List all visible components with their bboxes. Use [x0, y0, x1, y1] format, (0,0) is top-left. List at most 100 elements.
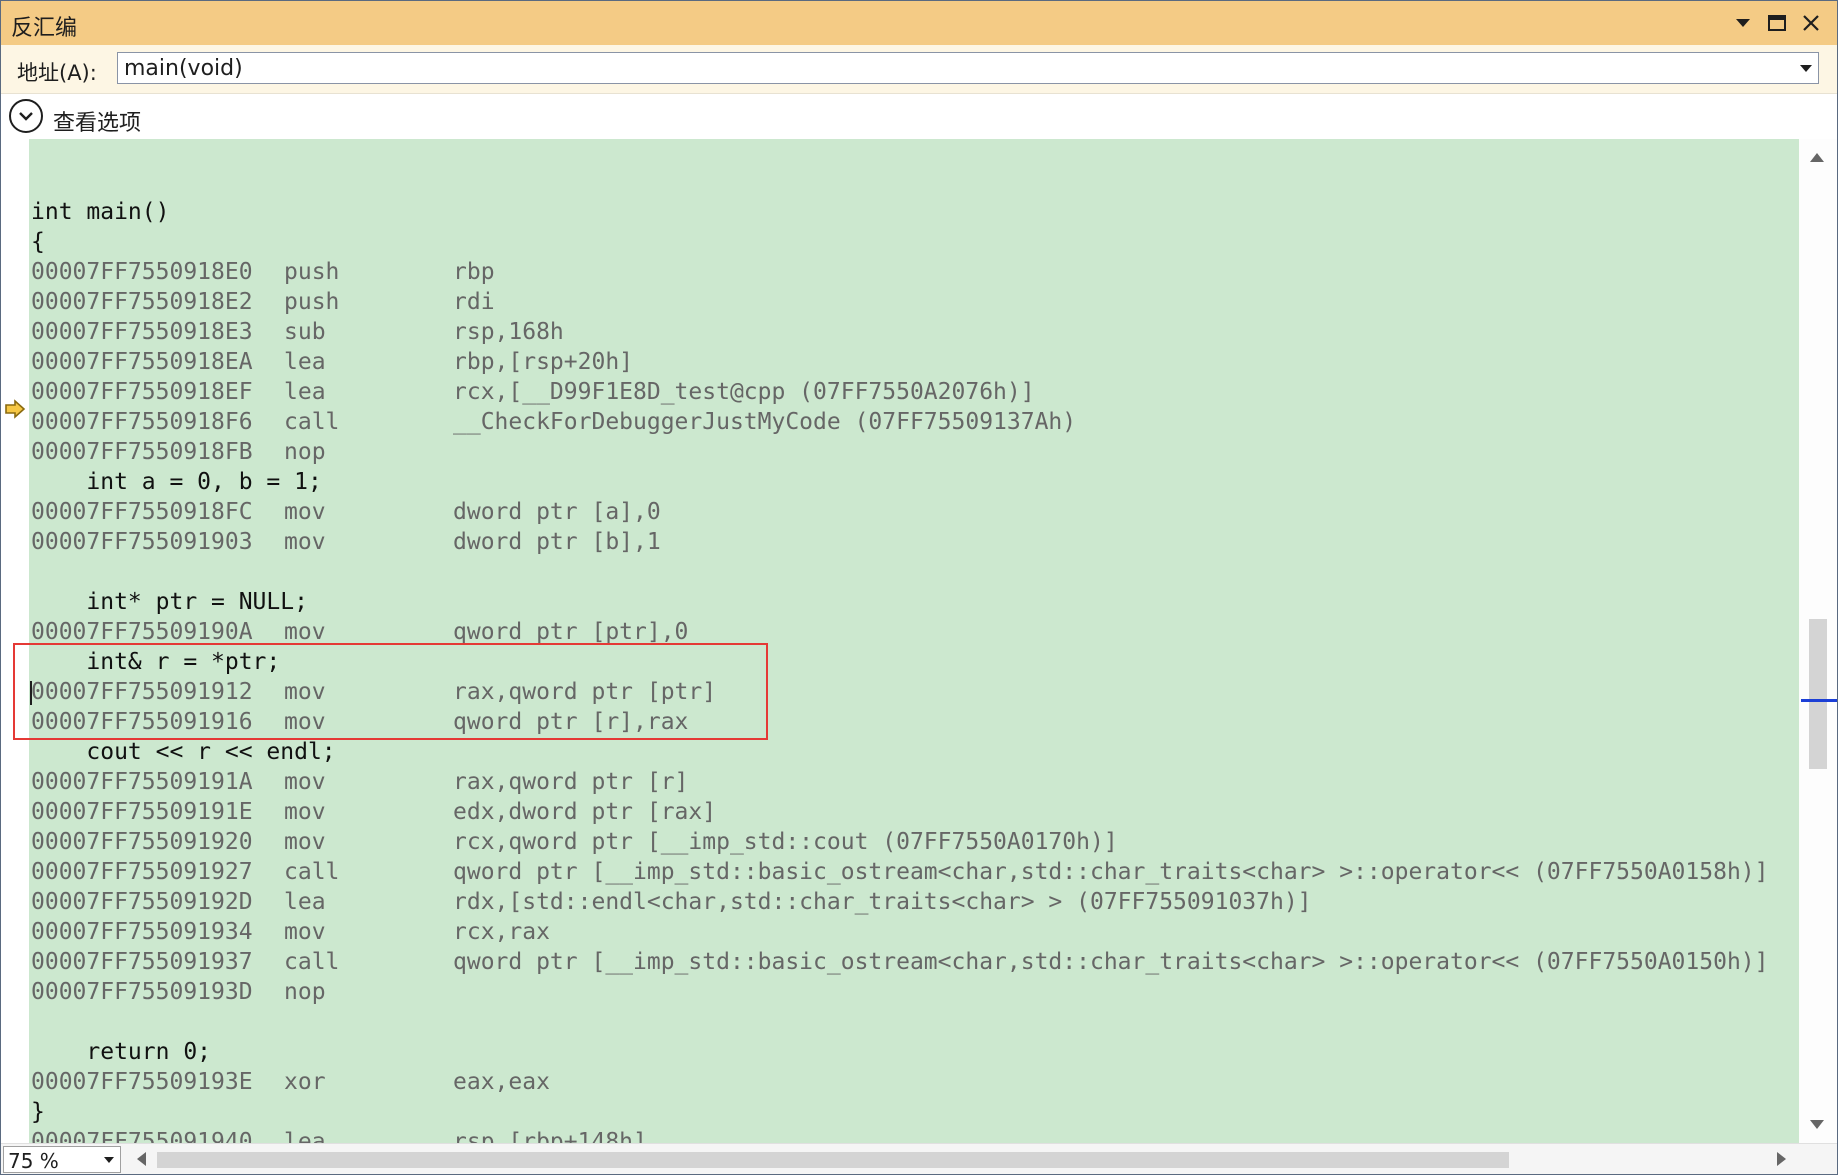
- view-options-toggle[interactable]: [9, 99, 43, 133]
- source-text: int a = 0, b = 1;: [31, 469, 322, 495]
- asm-line[interactable]: 00007FF75509193D nop: [31, 977, 1768, 1007]
- disassembly-code-view[interactable]: int main(){00007FF7550918E0 push rbp 00007F…: [29, 139, 1799, 1143]
- source-line[interactable]: int& r = *ptr;: [31, 647, 1768, 677]
- instruction-opcode: mov: [284, 619, 326, 645]
- vertical-scroll-thumb[interactable]: [1809, 619, 1827, 769]
- instruction-opcode: mov: [284, 769, 326, 795]
- address-bar: 地址(A): main(void): [1, 45, 1837, 94]
- source-line[interactable]: int main(): [31, 197, 1768, 227]
- text-caret: [30, 681, 32, 705]
- instruction-opcode: mov: [284, 799, 326, 825]
- scroll-right-arrow[interactable]: [1777, 1152, 1786, 1166]
- instruction-address: 00007FF7550918EA: [31, 349, 253, 375]
- scroll-position-marker: [1801, 699, 1837, 702]
- instruction-opcode: lea: [284, 379, 326, 405]
- asm-line[interactable]: 00007FF75509191E mov edx,dword ptr [rax]: [31, 797, 1768, 827]
- instruction-operands: __CheckForDebuggerJustMyCode (07FF755091…: [453, 409, 1077, 435]
- asm-line[interactable]: 00007FF7550918EA lea rbp,[rsp+20h]: [31, 347, 1768, 377]
- view-options-label[interactable]: 查看选项: [53, 105, 141, 137]
- instruction-operands: edx,dword ptr [rax]: [453, 799, 717, 825]
- asm-line[interactable]: 00007FF7550918F6 call __CheckForDebuggerJu…: [31, 407, 1768, 437]
- asm-line[interactable]: 00007FF755091940 lea rsp,[rbp+148h]: [31, 1127, 1768, 1143]
- source-line[interactable]: return 0;: [31, 1037, 1768, 1067]
- instruction-address: 00007FF7550918E2: [31, 289, 253, 315]
- asm-line[interactable]: 00007FF755091937 call qword ptr [__imp_std…: [31, 947, 1768, 977]
- instruction-operands: rax,qword ptr [ptr]: [453, 679, 717, 705]
- instruction-address: 00007FF75509193D: [31, 979, 253, 1005]
- scroll-down-arrow[interactable]: [1810, 1120, 1824, 1129]
- instruction-operands: rcx,qword ptr [__imp_std::cout (07FF7550…: [453, 829, 1118, 855]
- source-line[interactable]: [31, 557, 1768, 587]
- asm-line[interactable]: 00007FF755091927 call qword ptr [__imp_std…: [31, 857, 1768, 887]
- vertical-scrollbar[interactable]: [1799, 139, 1837, 1143]
- instruction-opcode: lea: [284, 1129, 326, 1143]
- margin-gutter[interactable]: [1, 139, 29, 1143]
- instruction-opcode: mov: [284, 679, 326, 705]
- instruction-address: 00007FF75509191A: [31, 769, 253, 795]
- instruction-address: 00007FF7550918FB: [31, 439, 253, 465]
- source-text: int* ptr = NULL;: [31, 589, 308, 615]
- arrow-right-icon: [5, 399, 26, 419]
- source-text: cout << r << endl;: [31, 739, 336, 765]
- close-button[interactable]: [1797, 9, 1825, 37]
- source-line[interactable]: cout << r << endl;: [31, 737, 1768, 767]
- instruction-opcode: call: [284, 859, 340, 885]
- scroll-up-arrow[interactable]: [1810, 153, 1824, 162]
- asm-line[interactable]: 00007FF7550918FC mov dword ptr [a],0: [31, 497, 1768, 527]
- asm-line[interactable]: 00007FF7550918EF lea rcx,[__D99F1E8D_test@…: [31, 377, 1768, 407]
- asm-line[interactable]: 00007FF755091934 mov rcx,rax: [31, 917, 1768, 947]
- asm-line[interactable]: 00007FF7550918E2 push rdi: [31, 287, 1768, 317]
- source-line[interactable]: int* ptr = NULL;: [31, 587, 1768, 617]
- zoom-dropdown[interactable]: 75 %: [3, 1146, 121, 1173]
- instruction-opcode: push: [284, 259, 340, 285]
- instruction-operands: eax,eax: [453, 1069, 550, 1095]
- instruction-address: 00007FF755091920: [31, 829, 253, 855]
- address-value[interactable]: main(void): [124, 56, 243, 81]
- instruction-operands: rbp: [453, 259, 495, 285]
- asm-line[interactable]: 00007FF7550918FB nop: [31, 437, 1768, 467]
- instruction-operands: rcx,[__D99F1E8D_test@cpp (07FF7550A2076h…: [453, 379, 1035, 405]
- asm-line[interactable]: 00007FF755091903 mov dword ptr [b],1: [31, 527, 1768, 557]
- scroll-left-arrow[interactable]: [137, 1152, 146, 1166]
- asm-line[interactable]: 00007FF755091920 mov rcx,qword ptr [__imp_…: [31, 827, 1768, 857]
- instruction-opcode: nop: [284, 439, 326, 465]
- chevron-down-icon[interactable]: [104, 1157, 114, 1163]
- asm-line[interactable]: 00007FF755091912 mov rax,qword ptr [ptr]: [31, 677, 1768, 707]
- source-line[interactable]: }: [31, 1097, 1768, 1127]
- source-line[interactable]: {: [31, 227, 1768, 257]
- horizontal-scroll-thumb[interactable]: [157, 1152, 1509, 1168]
- source-line[interactable]: int a = 0, b = 1;: [31, 467, 1768, 497]
- instruction-opcode: mov: [284, 919, 326, 945]
- disassembly-window: 反汇编 地址(A): main(void) 查看选项 int main() {…: [0, 0, 1838, 1175]
- instruction-address: 00007FF7550918E3: [31, 319, 253, 345]
- asm-line[interactable]: 00007FF7550918E3 sub rsp,168h: [31, 317, 1768, 347]
- window-menu-button[interactable]: [1729, 9, 1757, 37]
- instruction-address: 00007FF755091937: [31, 949, 253, 975]
- address-combobox[interactable]: main(void): [117, 52, 1819, 84]
- title-bar: 反汇编: [1, 1, 1837, 45]
- instruction-opcode: xor: [284, 1069, 326, 1095]
- source-line[interactable]: [31, 1007, 1768, 1037]
- address-label: 地址(A):: [17, 61, 97, 85]
- chevron-down-icon[interactable]: [1800, 65, 1812, 72]
- maximize-button[interactable]: [1763, 9, 1791, 37]
- instruction-address: 00007FF755091903: [31, 529, 253, 555]
- asm-line[interactable]: 00007FF75509191A mov rax,qword ptr [r]: [31, 767, 1768, 797]
- instruction-operands: rsp,[rbp+148h]: [453, 1129, 647, 1143]
- instruction-operands: rax,qword ptr [r]: [453, 769, 689, 795]
- bottom-bar: 75 %: [1, 1143, 1837, 1174]
- zoom-value[interactable]: 75 %: [8, 1149, 59, 1173]
- asm-line[interactable]: 00007FF75509190A mov qword ptr [ptr],0: [31, 617, 1768, 647]
- instruction-operands: dword ptr [a],0: [453, 499, 661, 525]
- asm-line[interactable]: 00007FF75509192D lea rdx,[std::endl<char,s…: [31, 887, 1768, 917]
- instruction-operands: dword ptr [b],1: [453, 529, 661, 555]
- asm-line[interactable]: 00007FF7550918E0 push rbp: [31, 257, 1768, 287]
- source-text: return 0;: [31, 1039, 212, 1065]
- instruction-address: 00007FF755091934: [31, 919, 253, 945]
- instruction-address: 00007FF75509193E: [31, 1069, 253, 1095]
- instruction-address: 00007FF755091912: [31, 679, 253, 705]
- asm-line[interactable]: 00007FF75509193E xor eax,eax: [31, 1067, 1768, 1097]
- instruction-operands: rcx,rax: [453, 919, 550, 945]
- asm-line[interactable]: 00007FF755091916 mov qword ptr [r],rax: [31, 707, 1768, 737]
- instruction-address: 00007FF7550918F6: [31, 409, 253, 435]
